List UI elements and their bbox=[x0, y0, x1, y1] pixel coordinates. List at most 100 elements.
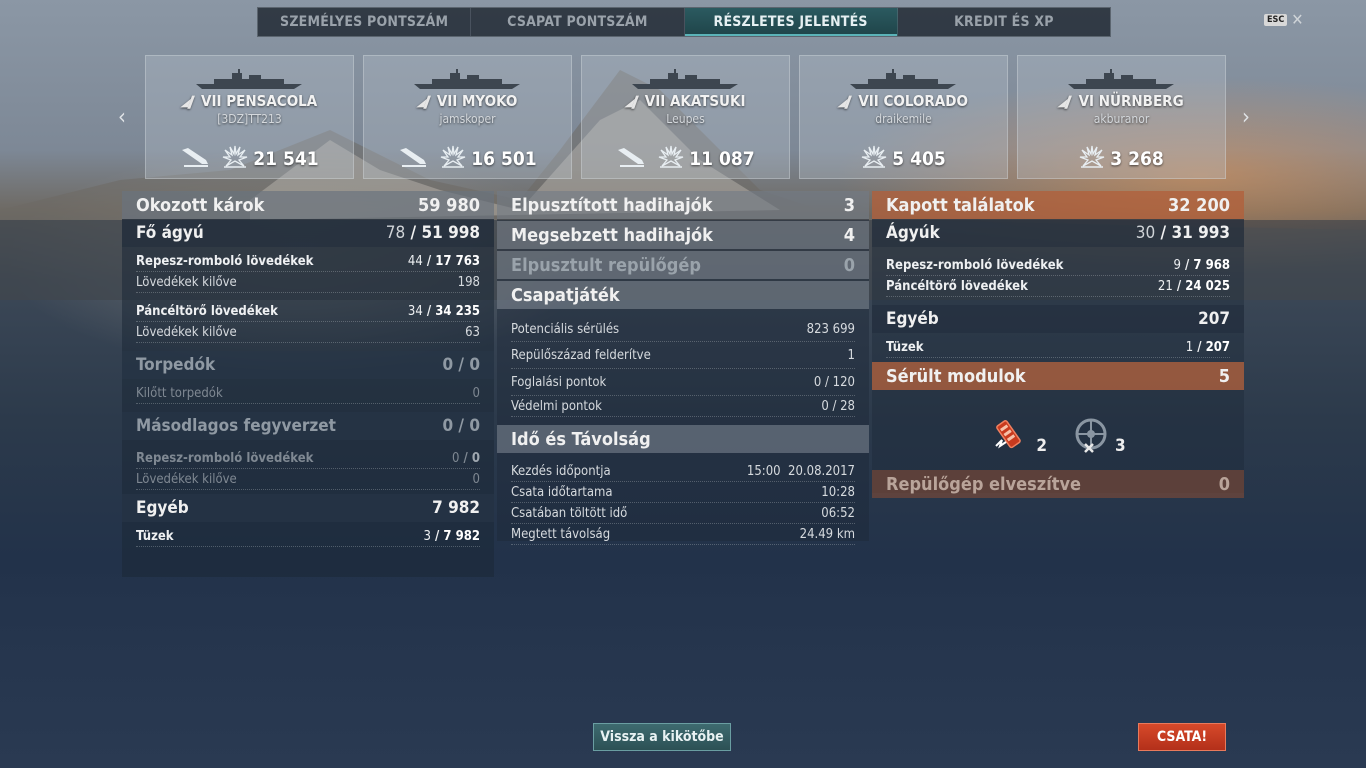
damaged-ships-header: Megsebzett hadihajók 4 bbox=[497, 221, 869, 249]
ship-name-text: PENSACOLA bbox=[226, 92, 318, 110]
other-damage-header: Egyéb 7 982 bbox=[122, 494, 494, 522]
explosion-icon bbox=[658, 144, 684, 173]
ship-card[interactable]: ◢▍ VII COLORADO draikemile 5 405 bbox=[799, 55, 1008, 179]
ship-tier: VII bbox=[201, 92, 227, 110]
ship-name-text: COLORADO bbox=[883, 92, 968, 110]
player-name: jamskoper bbox=[439, 112, 496, 126]
ship-card[interactable]: ◢▍ VII AKATSUKI Leupes 11 087 bbox=[581, 55, 790, 179]
engine-module-icon bbox=[995, 420, 1022, 449]
tab-bar: SZEMÉLYES PONTSZÁM CSAPAT PONTSZÁM RÉSZL… bbox=[257, 7, 1111, 37]
capture-points-row: Foglalási pontok 0 / 120 bbox=[511, 369, 855, 396]
carousel-prev-arrow-icon[interactable]: ‹ bbox=[114, 104, 130, 130]
damaged-modules-list: 2 3 bbox=[872, 390, 1244, 456]
ship-damage-stats: 11 087 bbox=[582, 144, 789, 173]
explosion-icon bbox=[222, 144, 248, 173]
close-button[interactable]: ESC ✕ bbox=[1264, 10, 1304, 29]
steering-gear-module-icon bbox=[1075, 418, 1107, 453]
esc-key-label: ESC bbox=[1264, 14, 1288, 26]
ship-name: ◢▍ VII PENSACOLA bbox=[146, 92, 353, 110]
explosion-icon bbox=[1079, 144, 1105, 173]
damaged-modules-header: Sérült modulok 5 bbox=[872, 362, 1244, 390]
close-icon: ✕ bbox=[1291, 10, 1304, 29]
ship-class-icon: ◢▍ bbox=[415, 96, 436, 109]
ship-silhouette-icon bbox=[630, 68, 740, 90]
ship-damage-stats: 5 405 bbox=[800, 144, 1007, 173]
ship-damage-stats: 3 268 bbox=[1018, 144, 1225, 173]
player-name: Leupes bbox=[666, 112, 705, 126]
planes-lost-header: Repülőgép elveszítve 0 bbox=[872, 470, 1244, 498]
fires-row: Tüzek 3 / 7 982 bbox=[136, 526, 480, 547]
tab-credits-xp[interactable]: KREDIT ÉS XP bbox=[898, 8, 1110, 36]
battle-duration-row: Csata időtartama 10:28 bbox=[511, 482, 855, 503]
secondary-he-row: Repesz-romboló lövedékek 0 / 0 bbox=[136, 448, 480, 469]
tab-personal-score[interactable]: SZEMÉLYES PONTSZÁM bbox=[258, 8, 472, 36]
start-time-row: Kezdés időpontja 15:00 20.08.2017 bbox=[511, 461, 855, 482]
ship-class-icon: ◢▍ bbox=[1056, 96, 1077, 109]
carousel-next-arrow-icon[interactable]: › bbox=[1238, 104, 1254, 130]
ship-card[interactable]: ◢▍ VII MYOKO jamskoper 16 501 bbox=[363, 55, 572, 179]
damage-number: 3 268 bbox=[1110, 147, 1164, 170]
ap-shells-row: Páncéltörő lövedékek 34 / 34 235 bbox=[136, 301, 480, 322]
defense-points-row: Védelmi pontok 0 / 28 bbox=[511, 396, 855, 417]
damage-value: 3 268 bbox=[1079, 144, 1164, 173]
ship-tier: VII bbox=[858, 92, 884, 110]
teamplay-header: Csapatjáték bbox=[497, 281, 869, 309]
tab-team-score[interactable]: CSAPAT PONTSZÁM bbox=[471, 8, 685, 36]
damage-value: 21 541 bbox=[222, 144, 319, 173]
ship-class-icon: ◢▍ bbox=[623, 96, 644, 109]
ship-name-text: MYOKO bbox=[462, 92, 518, 110]
ship-class-icon: ◢▍ bbox=[836, 96, 857, 109]
he-shells-row: Repesz-romboló lövedékek 44 / 17 763 bbox=[136, 251, 480, 272]
module-item: 3 bbox=[1071, 416, 1126, 456]
ship-silhouette-icon bbox=[848, 68, 958, 90]
ap-fired-row: Lövedékek kilőve 63 bbox=[136, 322, 480, 343]
ship-card[interactable]: ◢▍ VI NÜRNBERG akburanor 3 268 bbox=[1017, 55, 1226, 179]
ship-name: ◢▍ VI NÜRNBERG bbox=[1018, 92, 1225, 110]
received-fires-row: Tüzek 1 / 207 bbox=[886, 337, 1230, 358]
potential-damage-row: Potenciális sérülés 823 699 bbox=[511, 317, 855, 342]
damage-value: 5 405 bbox=[861, 144, 946, 173]
explosion-icon bbox=[861, 144, 887, 173]
torpedoes-header: Torpedók 0 / 0 bbox=[122, 351, 494, 379]
battle-summary-panel: Elpusztított hadihajók 3 Megsebzett hadih… bbox=[497, 191, 869, 545]
ship-name: ◢▍ VII AKATSUKI bbox=[582, 92, 789, 110]
ship-name: ◢▍ VII MYOKO bbox=[364, 92, 571, 110]
time-distance-header: Idő és Távolság bbox=[497, 425, 869, 453]
received-he-row: Repesz-romboló lövedékek 9 / 7 968 bbox=[886, 255, 1230, 276]
torpedo-hit-icon bbox=[616, 146, 646, 172]
received-hits-header: Kapott találatok 32 200 bbox=[872, 191, 1244, 219]
torpedo-hit-icon bbox=[180, 146, 210, 172]
battle-button[interactable]: CSATA! bbox=[1138, 723, 1226, 751]
torpedoes-fired-row: Kilőtt torpedók 0 bbox=[136, 383, 480, 404]
player-name: draikemile bbox=[875, 112, 932, 126]
ship-tier: VII bbox=[436, 92, 462, 110]
ship-damage-stats: 16 501 bbox=[364, 144, 571, 173]
player-name: [3DZ]TT213 bbox=[217, 112, 282, 126]
distance-traveled-row: Megtett távolság 24.49 km bbox=[511, 524, 855, 545]
torpedo-hit-icon bbox=[398, 146, 428, 172]
damage-number: 21 541 bbox=[253, 147, 319, 170]
damage-value: 16 501 bbox=[440, 144, 537, 173]
explosion-icon bbox=[440, 144, 466, 173]
tab-detailed-report[interactable]: RÉSZLETES JELENTÉS bbox=[684, 8, 898, 36]
ship-tier: VI bbox=[1078, 92, 1099, 110]
back-to-port-button[interactable]: Vissza a kikötőbe bbox=[593, 723, 731, 751]
damage-value: 11 087 bbox=[658, 144, 755, 173]
ship-tier: VII bbox=[644, 92, 670, 110]
player-name: akburanor bbox=[1093, 112, 1150, 126]
damage-number: 11 087 bbox=[689, 147, 755, 170]
he-fired-row: Lövedékek kilőve 198 bbox=[136, 272, 480, 293]
main-guns-header: Fő ágyú 78 / 51 998 bbox=[122, 219, 494, 247]
squadrons-spotted-row: Repülőszázad felderítve 1 bbox=[511, 342, 855, 369]
module-item: 2 bbox=[990, 416, 1047, 456]
secondary-armament-header: Másodlagos fegyverzet 0 / 0 bbox=[122, 412, 494, 440]
received-guns-header: Ágyúk 30 / 31 993 bbox=[872, 219, 1244, 247]
time-alive-row: Csatában töltött idő 06:52 bbox=[511, 503, 855, 524]
received-hits-panel: Kapott találatok 32 200 Ágyúk 30 / 31 993 … bbox=[872, 191, 1244, 498]
ship-silhouette-icon bbox=[1066, 68, 1176, 90]
ship-card[interactable]: ◢▍ VII PENSACOLA [3DZ]TT213 21 541 bbox=[145, 55, 354, 179]
ship-damage-stats: 21 541 bbox=[146, 144, 353, 173]
planes-destroyed-header: Elpusztult repülőgép 0 bbox=[497, 251, 869, 279]
received-other-header: Egyéb 207 bbox=[872, 305, 1244, 333]
received-ap-row: Páncéltörő lövedékek 21 / 24 025 bbox=[886, 276, 1230, 297]
